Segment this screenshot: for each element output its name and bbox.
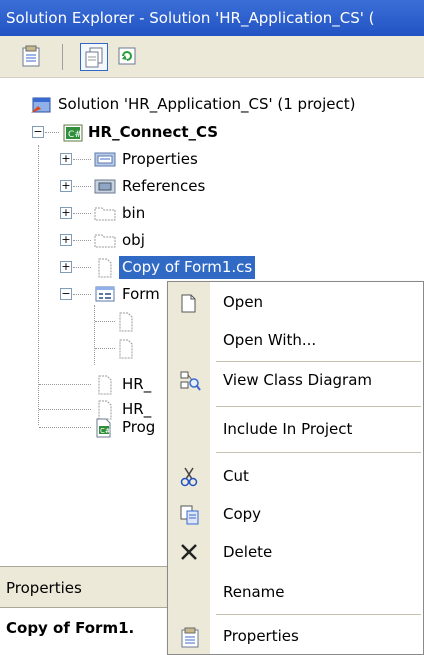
toolbar-separator [62,44,63,70]
csharp-project-icon: C# [62,123,83,142]
tree-item-properties[interactable]: + Properties [0,146,424,173]
properties-icon [179,626,199,648]
svg-text:C#: C# [100,427,111,435]
copy-icon [179,504,199,525]
collapse-icon[interactable]: − [32,126,44,138]
menu-item-label: Open With... [223,331,317,349]
menu-item-view-class-diagram[interactable]: View Class Diagram [168,362,423,398]
form-icon [94,285,115,303]
show-all-files-icon[interactable] [80,43,108,71]
menu-separator [216,614,421,615]
delete-icon [179,542,199,562]
solution-icon [30,95,51,113]
open-icon [179,292,199,313]
folder-icon [94,231,116,249]
menu-item-label: Copy [223,505,262,523]
menu-item-cut[interactable]: Cut [168,458,423,494]
tree-node-solution[interactable]: Solution 'HR_Application_CS' (1 project) [0,91,424,118]
svg-text:C#: C# [68,130,82,140]
menu-item-properties[interactable]: Properties [168,618,423,654]
context-menu: Open Open With... View Class Diagram Inc… [167,281,424,655]
tree-label: Prog [122,418,156,436]
references-folder-icon [94,177,116,195]
project-label: HR_Connect_CS [88,123,219,141]
expand-icon[interactable]: + [60,234,72,246]
tree-item-copy-of-form1[interactable]: + Copy of Form1.cs [0,254,424,281]
menu-item-open-with[interactable]: Open With... [168,322,423,358]
tree-label-selected: Copy of Form1.cs [119,256,256,279]
tree-label: bin [122,204,146,222]
scissors-icon [179,466,199,487]
expand-icon[interactable]: + [60,207,72,219]
menu-item-label: Delete [223,543,273,561]
window-title: Solution Explorer - Solution 'HR_Applica… [6,9,375,27]
file-icon [96,258,116,278]
menu-item-rename[interactable]: Rename [168,574,423,610]
window-title-bar[interactable]: Solution Explorer - Solution 'HR_Applica… [0,0,424,36]
menu-item-label: Properties [223,627,299,645]
menu-item-open[interactable]: Open [168,284,423,320]
refresh-icon[interactable] [114,43,142,71]
solution-explorer-toolbar [0,36,424,78]
folder-icon [94,204,116,222]
menu-separator [216,452,421,453]
tree-label: obj [122,231,145,249]
menu-item-include-in-project[interactable]: Include In Project [168,411,423,447]
tree-label: Form [122,285,160,303]
properties-icon[interactable] [18,43,46,71]
menu-separator [216,406,421,407]
menu-item-label: Include In Project [223,420,353,438]
tree-label: HR_ [122,375,152,393]
class-diagram-icon [179,370,201,391]
properties-folder-icon [94,150,116,168]
expand-icon[interactable]: + [60,261,72,273]
expand-icon[interactable]: + [60,153,72,165]
file-icon [117,312,137,332]
tree-item-references[interactable]: + References [0,173,424,200]
menu-item-label: Open [223,293,264,311]
properties-panel-title: Properties [6,579,82,597]
menu-item-label: Cut [223,467,249,485]
tree-label: References [122,177,206,195]
csharp-file-icon: C# [94,418,114,438]
tree-item-obj[interactable]: + obj [0,227,424,254]
expand-icon[interactable]: + [60,180,72,192]
tree-label: Properties [122,150,198,168]
file-icon [96,375,116,395]
menu-item-label: Rename [223,583,285,601]
solution-label: Solution 'HR_Application_CS' (1 project) [58,95,356,113]
tree-item-bin[interactable]: + bin [0,200,424,227]
properties-object-name: Copy of Form1. [6,619,135,637]
collapse-icon[interactable]: − [60,288,72,300]
menu-item-delete[interactable]: Delete [168,534,423,570]
tree-node-project[interactable]: − C# HR_Connect_CS [0,119,424,146]
menu-item-copy[interactable]: Copy [168,496,423,532]
file-icon [117,339,137,359]
menu-item-label: View Class Diagram [223,371,372,389]
